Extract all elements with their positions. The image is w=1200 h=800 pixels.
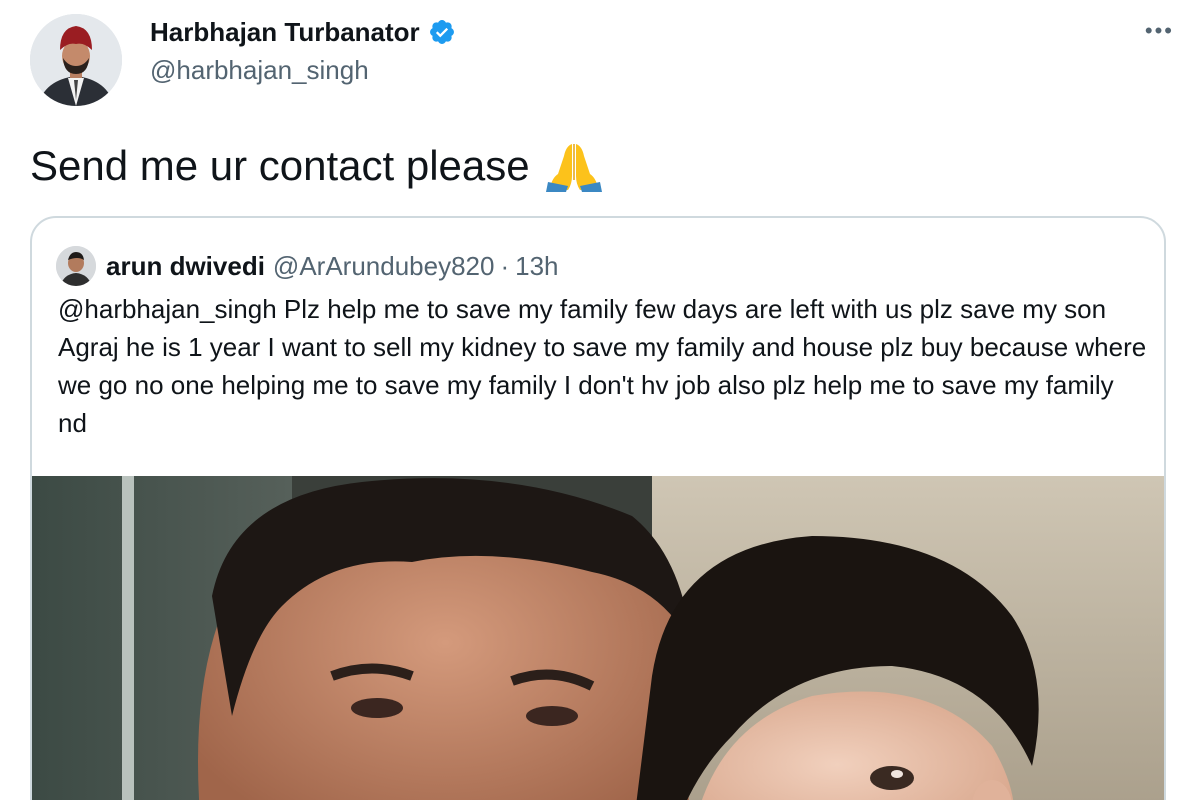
folded-hands-icon (544, 140, 604, 192)
verified-badge-icon (428, 18, 456, 46)
quoted-tweet-photo[interactable] (32, 476, 1164, 800)
quoted-tweet-text: @harbhajan_singh Plz help me to save my … (58, 294, 1147, 438)
author-handle[interactable]: @harbhajan_singh (150, 54, 369, 86)
quoted-tweet-header: arun dwivedi @ArArundubey820 · 13h (56, 246, 559, 286)
photo-man-and-child-icon (32, 476, 1164, 800)
quoted-author-name[interactable]: arun dwivedi (106, 249, 265, 283)
author-name-row[interactable]: Harbhajan Turbanator (150, 16, 456, 48)
quoted-timestamp[interactable]: 13h (515, 249, 558, 283)
tweet-text-row: Send me ur contact please (30, 138, 604, 194)
author-avatar[interactable] (30, 14, 122, 106)
quoted-author-handle[interactable]: @ArArundubey820 (273, 249, 495, 283)
quoted-avatar-icon (56, 246, 96, 286)
author-name[interactable]: Harbhajan Turbanator (150, 16, 420, 48)
tweet-text: Send me ur contact please (30, 142, 530, 189)
person-avatar-icon (30, 14, 122, 106)
quoted-author-avatar[interactable] (56, 246, 96, 286)
more-options-button[interactable]: ••• (1145, 18, 1174, 44)
tweet: Harbhajan Turbanator @harbhajan_singh ••… (0, 0, 1200, 800)
dot-separator: · (500, 251, 510, 281)
quoted-tweet[interactable]: arun dwivedi @ArArundubey820 · 13h @harb… (30, 216, 1166, 800)
